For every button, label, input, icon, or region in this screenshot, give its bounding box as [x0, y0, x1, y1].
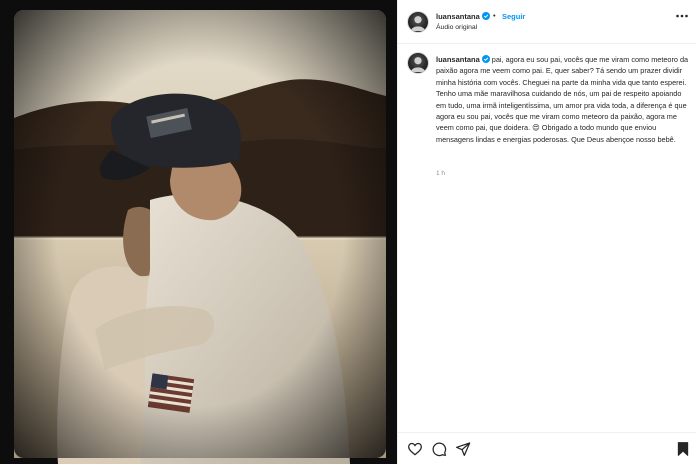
separator-dot: • — [493, 11, 496, 20]
post-actions-bar — [398, 432, 696, 464]
verified-badge-icon — [481, 55, 490, 63]
bookmark-icon[interactable] — [675, 441, 691, 457]
post-media[interactable] — [0, 0, 397, 464]
avatar[interactable] — [407, 11, 429, 33]
post-photo — [0, 0, 397, 464]
instagram-post-page: luansantana • Seguir Áudio original luan… — [0, 0, 696, 464]
username-text[interactable]: luansantana — [436, 12, 480, 21]
more-options-icon[interactable] — [675, 10, 689, 22]
comment-icon[interactable] — [431, 441, 447, 457]
heart-icon[interactable] — [407, 441, 423, 457]
avatar[interactable] — [407, 52, 429, 74]
send-icon[interactable] — [455, 441, 471, 457]
audio-label[interactable]: Áudio original — [436, 24, 477, 31]
post-header: luansantana • Seguir Áudio original — [398, 0, 696, 44]
caption: luansantana pai, agora eu sou pai, vocês… — [436, 54, 689, 145]
caption-text: pai, agora eu sou pai, vocês que me vira… — [436, 55, 689, 144]
post-side-panel: luansantana • Seguir Áudio original luan… — [397, 0, 696, 464]
follow-button[interactable]: Seguir — [502, 12, 525, 21]
post-timestamp[interactable]: 1 h — [436, 170, 445, 177]
header-username[interactable]: luansantana — [436, 12, 490, 21]
caption-username[interactable]: luansantana — [436, 55, 480, 64]
verified-badge-icon — [481, 12, 490, 20]
caption-section: luansantana pai, agora eu sou pai, vocês… — [398, 44, 696, 430]
